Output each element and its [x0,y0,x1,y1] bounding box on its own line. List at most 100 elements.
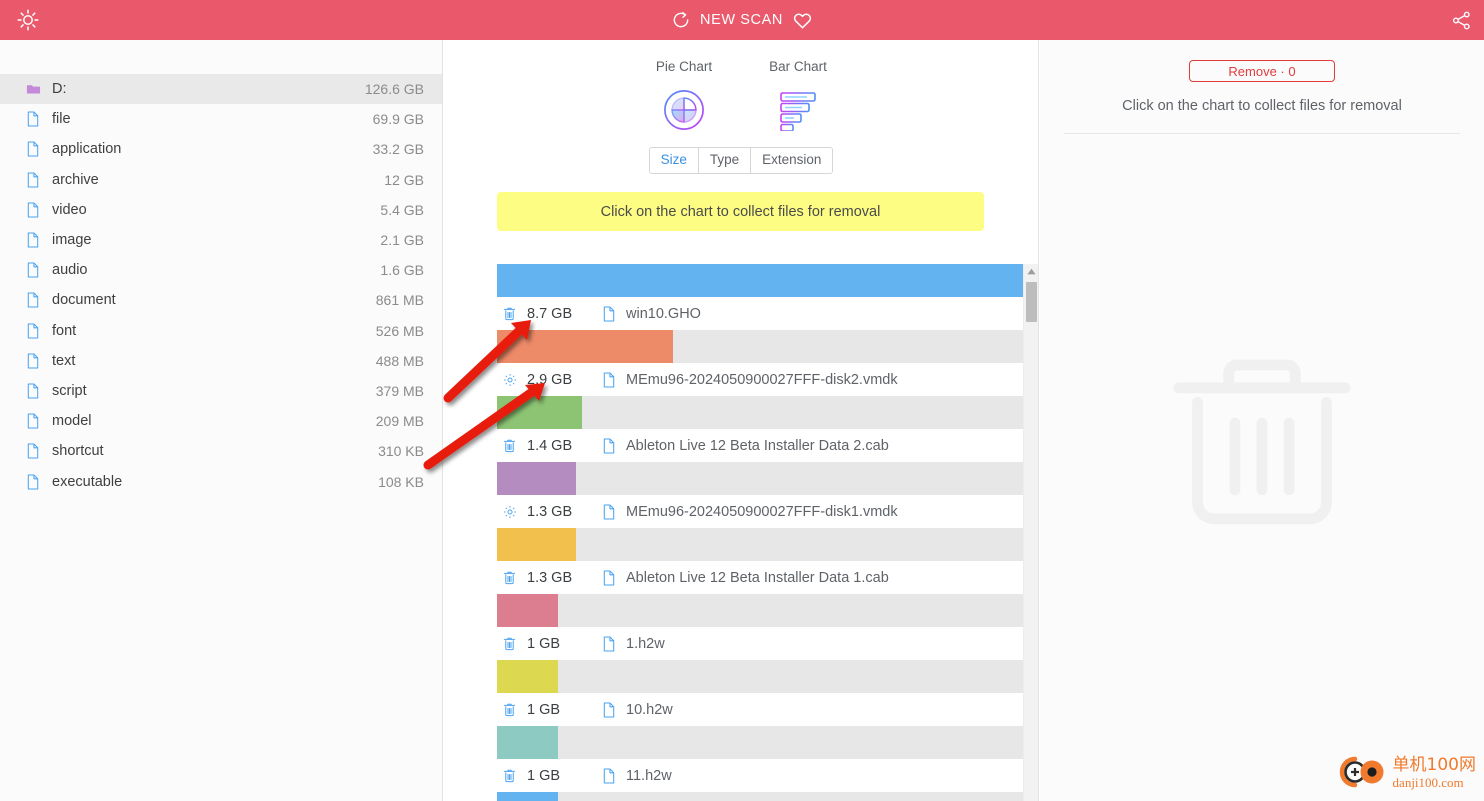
chart-file-row[interactable]: 1 GB 11.h2w [497,759,1024,792]
sidebar-item-text[interactable]: text 488 MB [0,346,442,376]
sidebar-item-label: script [52,382,87,399]
sidebar-item-size: 861 MB [375,292,424,309]
heart-icon[interactable] [792,10,813,31]
top-bar: NEW SCAN [0,0,1484,40]
chart-file-size: 2.9 GB [527,371,573,388]
chart-file-row[interactable]: 1 GB 1.h2w [497,627,1024,660]
sidebar-item-label: audio [52,262,88,279]
new-scan-group: NEW SCAN [0,0,1484,40]
refresh-icon[interactable] [671,10,691,30]
trash-icon[interactable] [503,438,527,453]
new-scan-label[interactable]: NEW SCAN [700,12,783,28]
sidebar-item-script[interactable]: script 379 MB [0,376,442,406]
sidebar-item-font[interactable]: font 526 MB [0,316,442,346]
share-button[interactable] [1451,0,1472,40]
file-icon [602,768,626,784]
file-icon [602,306,626,322]
trash-icon[interactable] [503,768,527,783]
trash-icon[interactable] [503,636,527,651]
chart-file-row[interactable]: 1 GB 10.h2w [497,693,1024,726]
file-icon [26,172,52,188]
file-icon [602,570,626,586]
file-icon [26,323,52,339]
sidebar-item-file[interactable]: file 69.9 GB [0,104,442,134]
trash-icon[interactable] [503,306,527,321]
sidebar-item-model[interactable]: model 209 MB [0,406,442,436]
chart-bar[interactable] [497,330,673,363]
chart-file-name: Ableton Live 12 Beta Installer Data 2.ca… [626,437,889,454]
grouping-tab-extension[interactable]: Extension [751,148,833,173]
danji-logo-icon [1331,754,1387,795]
chart-bar-track[interactable] [497,528,1024,561]
caret-up-icon[interactable] [1024,264,1038,279]
sidebar-item-label: executable [52,473,123,490]
chart-mode-pie-label: Pie Chart [655,59,713,74]
chart-bar[interactable] [497,396,582,429]
sidebar-item-video[interactable]: video 5.4 GB [0,195,442,225]
chart-bar-track[interactable] [497,594,1024,627]
file-icon [26,141,52,157]
chart-bar-track[interactable] [497,396,1024,429]
gear-icon[interactable] [503,373,527,387]
sidebar-item-audio[interactable]: audio 1.6 GB [0,255,442,285]
gear-icon[interactable] [503,505,527,519]
chart-bar[interactable] [497,264,1024,297]
chart-bar[interactable] [497,462,576,495]
chart-file-name: MEmu96-2024050900027FFF-disk2.vmdk [626,371,898,388]
chart-bar[interactable] [497,660,558,693]
chart-bar-track[interactable] [497,264,1024,297]
sidebar-item-document[interactable]: document 861 MB [0,285,442,315]
scrollbar-thumb[interactable] [1026,282,1037,322]
sidebar-item-executable[interactable]: executable 108 KB [0,466,442,496]
sidebar-item-size: 209 MB [375,413,424,430]
sidebar-item-d[interactable]: D: 126.6 GB [0,74,442,105]
sidebar-item-label: document [52,292,116,309]
sidebar-item-label: application [52,141,122,158]
chart-bar-track[interactable] [497,330,1024,363]
sidebar-item-application[interactable]: application 33.2 GB [0,134,442,164]
sidebar-item-size: 5.4 GB [380,201,424,218]
chart-list-viewport: 8.7 GB win10.GHO 2.9 GB MEmu96-202405090002… [497,264,1038,801]
trash-icon[interactable] [503,702,527,717]
chart-bar[interactable] [497,792,558,801]
file-icon [602,702,626,718]
remove-button-wrap: Remove · 0 [1040,40,1484,82]
chart-file-size: 1.4 GB [527,437,573,454]
chart-bar-track[interactable] [497,726,1024,759]
file-icon [26,353,52,369]
sidebar-item-label: file [52,111,71,128]
chart-panel: Pie Chart Bar Chart Size Type Extension … [444,40,1039,801]
sidebar-item-label: font [52,322,77,339]
chart-bar-track[interactable] [497,660,1024,693]
sidebar-item-shortcut[interactable]: shortcut 310 KB [0,436,442,466]
chart-file-size: 1 GB [527,767,561,784]
sidebar-item-archive[interactable]: archive 12 GB [0,165,442,195]
chart-file-row[interactable]: 1.4 GB Ableton Live 12 Beta Installer Dat… [497,429,1024,462]
file-icon [26,111,52,127]
chart-file-row[interactable]: 2.9 GB MEmu96-2024050900027FFF-disk2.vmdk [497,363,1024,396]
sidebar-item-image[interactable]: image 2.1 GB [0,225,442,255]
sidebar-item-label: text [52,352,76,369]
bar-chart-icon [742,87,854,133]
chart-bar[interactable] [497,528,576,561]
file-icon [26,202,52,218]
grouping-tab-size[interactable]: Size [649,148,699,173]
chart-bar-track[interactable] [497,792,1024,801]
chart-file-row[interactable]: 1.3 GB MEmu96-2024050900027FFF-disk1.vmdk [497,495,1024,528]
chart-file-row[interactable]: 1.3 GB Ableton Live 12 Beta Installer Dat… [497,561,1024,594]
sidebar-item-size: 379 MB [375,382,424,399]
chart-scrollbar[interactable] [1023,264,1038,801]
chart-file-row[interactable]: 8.7 GB win10.GHO [497,297,1024,330]
remove-button[interactable]: Remove · 0 [1189,60,1335,82]
grouping-tabs-wrap: Size Type Extension [444,147,1038,174]
app-root: NEW SCAN D: 126.6 GB file 69.9 GB applicatio… [0,0,1484,801]
chart-mode-bar[interactable]: Bar Chart [742,59,854,133]
removal-hint: Click on the chart to collect files for … [1122,98,1402,114]
trash-icon[interactable] [503,570,527,585]
chart-bar[interactable] [497,594,558,627]
grouping-tab-type[interactable]: Type [698,148,752,173]
chart-bar-track[interactable] [497,462,1024,495]
trash-icon [1158,340,1366,553]
chart-mode-pie[interactable]: Pie Chart [628,59,740,133]
chart-bar[interactable] [497,726,558,759]
